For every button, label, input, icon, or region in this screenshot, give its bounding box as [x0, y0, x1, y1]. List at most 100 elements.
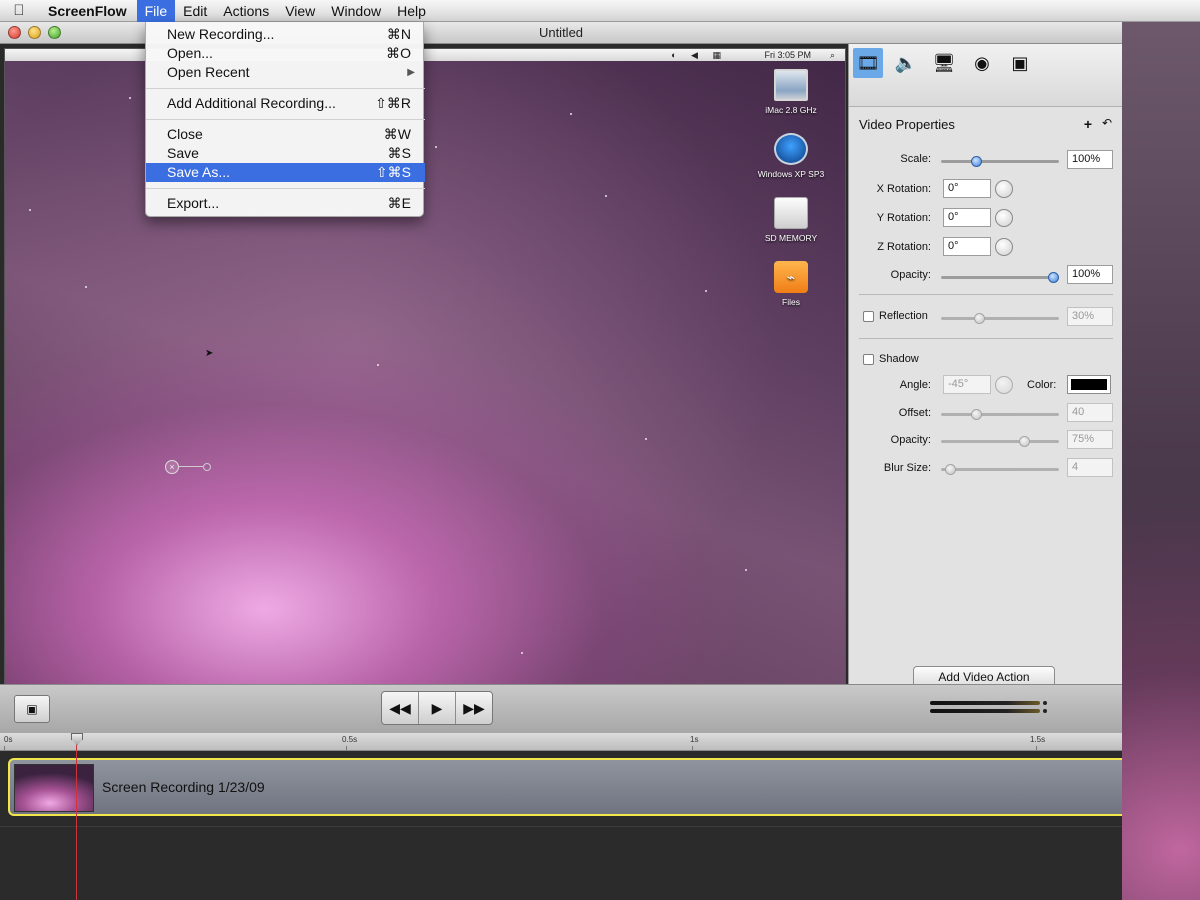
screen-tab-icon[interactable]: 🖥: [929, 48, 959, 78]
menu-help[interactable]: Help: [389, 0, 434, 22]
transform-handle[interactable]: ×: [165, 460, 213, 474]
x-rotation-dial[interactable]: [995, 180, 1013, 198]
desktop-icon-sd-memory[interactable]: SD MEMORY: [749, 197, 833, 243]
shadow-opacity-slider[interactable]: [941, 436, 1059, 447]
y-rotation-field[interactable]: 0°: [943, 208, 991, 227]
scale-slider-knob[interactable]: [971, 156, 982, 167]
video-tab-icon[interactable]: 🎞: [853, 48, 883, 78]
star: [85, 286, 87, 288]
shadow-offset-slider[interactable]: [941, 409, 1059, 420]
apple-menu-icon[interactable]: : [0, 2, 38, 19]
preview-clock: Fri 3:05 PM: [764, 50, 811, 60]
menu-item-save-as[interactable]: Save As... ⇧⌘S: [146, 163, 425, 182]
menu-item-export[interactable]: Export... ⌘E: [146, 194, 425, 213]
timeline-ruler[interactable]: 0s 0.5s 1s 1.5s: [0, 733, 1122, 751]
divider: [859, 294, 1113, 295]
clip-thumbnail: [14, 764, 94, 812]
menu-item-new-recording[interactable]: New Recording... ⌘N: [146, 25, 425, 44]
menu-view[interactable]: View: [277, 0, 323, 22]
opacity-slider[interactable]: [941, 272, 1059, 283]
shadow-opacity-field[interactable]: 75%: [1067, 430, 1113, 449]
close-icon[interactable]: ×: [165, 460, 179, 474]
minimize-window-button[interactable]: [28, 26, 41, 39]
handle-end[interactable]: [203, 463, 211, 471]
toggle-canvas-button[interactable]: ▣: [14, 695, 50, 723]
scale-label: Scale:: [900, 153, 931, 165]
shadow-color-label: Color:: [1027, 379, 1057, 391]
shadow-checkbox[interactable]: [863, 354, 874, 365]
play-button[interactable]: ▶: [419, 692, 456, 724]
menu-file[interactable]: File: [136, 0, 176, 22]
callout-tab-icon[interactable]: ▣: [1005, 48, 1035, 78]
divider: [859, 338, 1113, 339]
fast-forward-button[interactable]: ▶▶: [456, 692, 492, 724]
mouse-cursor-icon: ➤: [205, 348, 214, 359]
transport-bar: ▣ ◀◀ ▶ ▶▶: [0, 684, 1122, 733]
recording-canvas[interactable]: ◐ ◀ ▦ Fri 3:05 PM ⌕ iMac 2.8 GHz Windows…: [4, 48, 846, 704]
zoom-window-button[interactable]: [48, 26, 61, 39]
desktop-icon-files[interactable]: ⌁ Files: [749, 261, 833, 307]
shadow-offset-knob[interactable]: [971, 409, 982, 420]
shadow-offset-field[interactable]: 40: [1067, 403, 1113, 422]
menu-edit[interactable]: Edit: [175, 0, 215, 22]
z-rotation-dial[interactable]: [995, 238, 1013, 256]
rewind-button[interactable]: ◀◀: [382, 692, 419, 724]
window-title: Untitled: [538, 25, 584, 40]
shadow-opacity-knob[interactable]: [1019, 436, 1030, 447]
menu-item-close[interactable]: Close ⌘W: [146, 125, 425, 144]
desktop-icon-windows[interactable]: Windows XP SP3: [749, 133, 833, 179]
add-property-button[interactable]: +: [1084, 116, 1092, 132]
color-swatch: [1071, 379, 1107, 390]
opacity-field[interactable]: 100%: [1067, 265, 1113, 284]
spotlight-icon: ⌕: [829, 50, 835, 60]
scale-slider[interactable]: [941, 156, 1059, 167]
properties-panel: 🎞 🔈 🖥 ◉ ▣ Video Properties + ↶ Scale: 10…: [848, 44, 1122, 707]
desktop-icon-imac[interactable]: iMac 2.8 GHz: [749, 69, 833, 115]
audio-tab-icon[interactable]: 🔈: [891, 48, 921, 78]
shadow-angle-field[interactable]: -45°: [943, 375, 991, 394]
shadow-blur-slider[interactable]: [941, 464, 1059, 475]
shadow-angle-dial[interactable]: [995, 376, 1013, 394]
desktop-icon-label: iMac 2.8 GHz: [765, 105, 817, 115]
menu-item-add-additional-recording[interactable]: Add Additional Recording... ⇧⌘R: [146, 94, 425, 113]
track-divider: [0, 826, 1122, 827]
desktop-icon-label: Files: [782, 297, 800, 307]
opacity-slider-knob[interactable]: [1048, 272, 1059, 283]
reflection-checkbox[interactable]: [863, 311, 874, 322]
menu-window[interactable]: Window: [323, 0, 389, 22]
reflection-slider[interactable]: [941, 313, 1059, 324]
playback-controls: ◀◀ ▶ ▶▶: [381, 691, 493, 725]
x-rotation-field[interactable]: 0°: [943, 179, 991, 198]
star: [605, 195, 607, 197]
menu-item-label: New Recording...: [167, 26, 275, 42]
menu-item-shortcut: ⌘O: [386, 45, 411, 61]
tick-label: 1s: [690, 735, 699, 744]
scale-field[interactable]: 100%: [1067, 150, 1113, 169]
desktop-icon-label: SD MEMORY: [764, 233, 818, 243]
timeline[interactable]: 0s 0.5s 1s 1.5s Screen Recording 1/23/09: [0, 733, 1122, 900]
app-menu[interactable]: ScreenFlow: [38, 3, 137, 19]
star: [745, 569, 747, 571]
shadow-color-well[interactable]: [1067, 375, 1111, 394]
reflection-field[interactable]: 30%: [1067, 307, 1113, 326]
menu-actions[interactable]: Actions: [215, 0, 277, 22]
y-rotation-dial[interactable]: [995, 209, 1013, 227]
shadow-offset-label: Offset:: [898, 407, 931, 419]
star: [129, 97, 131, 99]
menu-item-shortcut: ⌘W: [383, 126, 411, 142]
menu-item-open[interactable]: Open... ⌘O: [146, 44, 425, 63]
menu-item-label: Export...: [167, 195, 220, 211]
shadow-blur-knob[interactable]: [945, 464, 956, 475]
reflection-slider-knob[interactable]: [974, 313, 985, 324]
timeline-clip[interactable]: Screen Recording 1/23/09: [8, 758, 1122, 816]
cursor-tab-icon[interactable]: ◉: [967, 48, 997, 78]
close-window-button[interactable]: [8, 26, 21, 39]
menu-item-open-recent[interactable]: Open Recent ▶: [146, 63, 425, 82]
menu-item-save[interactable]: Save ⌘S: [146, 144, 425, 163]
menu-item-label: Save As...: [167, 164, 231, 180]
shadow-blur-label: Blur Size:: [883, 462, 931, 474]
shadow-blur-field[interactable]: 4: [1067, 458, 1113, 477]
revert-icon[interactable]: ↶: [1102, 116, 1112, 130]
z-rotation-field[interactable]: 0°: [943, 237, 991, 256]
handle-line: [179, 466, 203, 467]
